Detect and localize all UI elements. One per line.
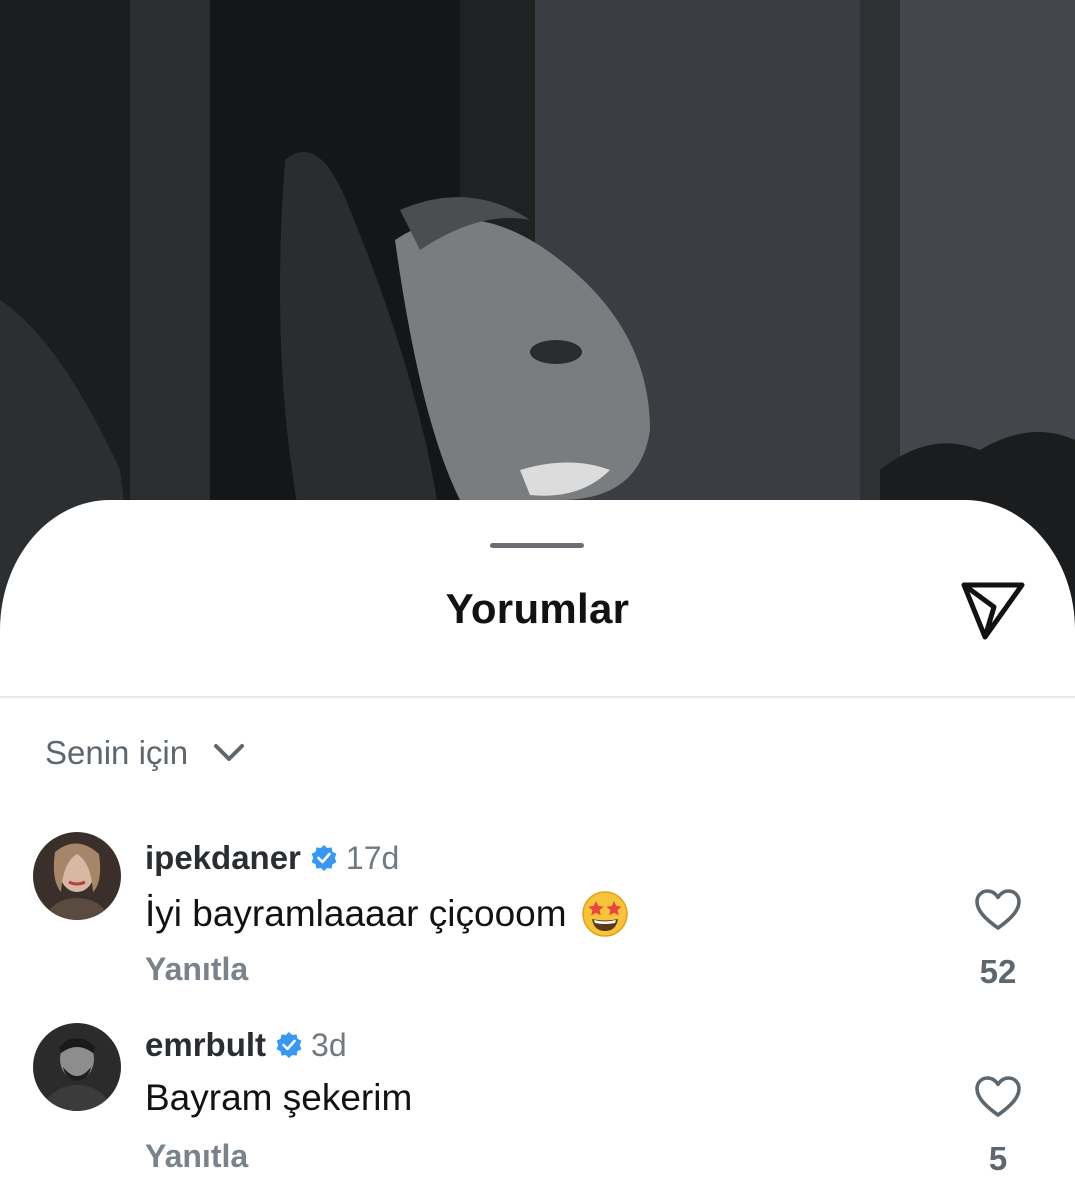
comment-text: Bayram şekerim — [145, 1077, 412, 1119]
avatar-image — [33, 832, 121, 920]
comments-sheet: Yorumlar Senin için ipekdaner 17d İyi ba… — [0, 500, 1075, 1200]
like-count: 52 — [979, 953, 1017, 990]
share-button[interactable] — [958, 577, 1028, 643]
sheet-title: Yorumlar — [445, 585, 630, 632]
comment-time: 3d — [311, 1026, 347, 1063]
comment-body: İyi bayramlaaaar çiçooom — [145, 893, 567, 934]
heart-icon — [975, 1076, 1021, 1117]
like-button[interactable] — [974, 1075, 1022, 1119]
comment-item: emrbult 3d Bayram şekerim Yanıtla 5 — [0, 1023, 1075, 1195]
header-divider — [0, 696, 1075, 698]
reply-button[interactable]: Yanıtla — [145, 1138, 248, 1175]
send-paper-plane-icon — [961, 582, 1025, 640]
verified-badge-icon — [311, 845, 337, 871]
reply-button[interactable]: Yanıtla — [145, 951, 248, 988]
sheet-drag-handle[interactable] — [490, 543, 584, 548]
sort-label: Senin için — [45, 734, 189, 771]
chevron-down-icon — [214, 744, 245, 761]
comment-header: ipekdaner 17d — [145, 838, 399, 878]
avatar[interactable] — [33, 1023, 121, 1111]
verified-badge-icon — [276, 1032, 302, 1058]
username[interactable]: ipekdaner — [145, 839, 301, 877]
comment-time: 17d — [345, 839, 400, 876]
comment-body: Bayram şekerim — [145, 1077, 413, 1118]
comment-header: emrbult 3d — [145, 1025, 347, 1065]
star-struck-emoji-icon — [581, 891, 628, 937]
avatar[interactable] — [33, 832, 121, 920]
sort-dropdown[interactable]: Senin için — [45, 733, 246, 773]
like-count: 5 — [988, 1140, 1008, 1177]
heart-icon — [975, 889, 1021, 930]
avatar-image — [33, 1023, 121, 1111]
comment-item: ipekdaner 17d İyi bayramlaaaar çiçooom Y… — [0, 832, 1075, 1008]
username[interactable]: emrbult — [145, 1026, 266, 1064]
like-button[interactable] — [974, 888, 1022, 932]
comments-screen: Yorumlar Senin için ipekdaner 17d İyi ba… — [0, 0, 1075, 1200]
comment-text: İyi bayramlaaaar çiçooom — [145, 890, 629, 938]
